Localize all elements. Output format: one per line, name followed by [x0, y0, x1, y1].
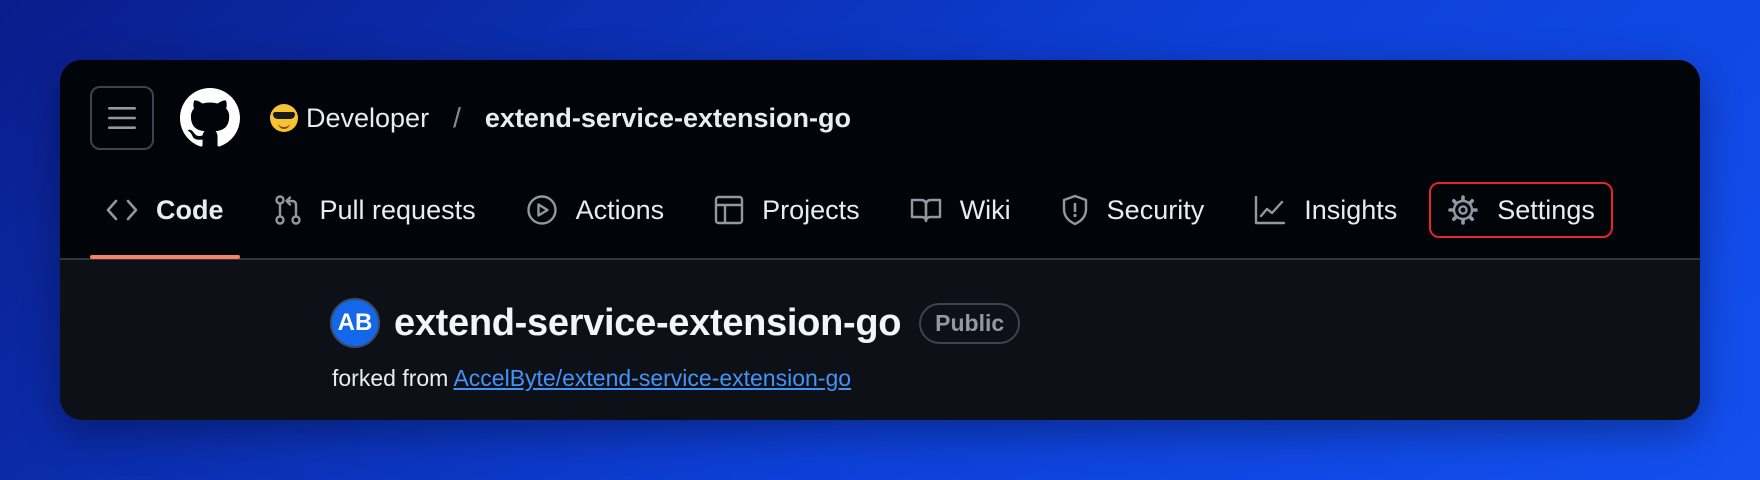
- tab-settings-label: Settings: [1497, 194, 1595, 225]
- repo-header: AB extend-service-extension-go Public: [330, 298, 1021, 348]
- shield-icon: [1062, 194, 1087, 226]
- tab-actions[interactable]: Actions: [510, 184, 681, 236]
- tab-actions-label: Actions: [575, 194, 665, 225]
- breadcrumb-repo-link[interactable]: extend-service-extension-go: [485, 103, 851, 134]
- repo-nav-tabs: Code Pull requests Actions Projects Wiki…: [90, 182, 1629, 260]
- tab-code[interactable]: Code: [90, 184, 240, 259]
- github-logo-icon[interactable]: [180, 88, 240, 148]
- tab-insights-label: Insights: [1304, 194, 1398, 225]
- tab-code-label: Code: [156, 194, 224, 225]
- code-icon: [106, 199, 138, 221]
- play-icon: [526, 195, 557, 225]
- global-header: Developer / extend-service-extension-go …: [60, 60, 1700, 260]
- table-icon: [714, 195, 744, 225]
- book-icon: [910, 198, 941, 223]
- repo-title: extend-service-extension-go: [394, 301, 902, 344]
- fork-prefix: forked from: [332, 365, 449, 391]
- tab-projects-label: Projects: [762, 194, 860, 225]
- tab-projects[interactable]: Projects: [698, 184, 876, 236]
- tab-insights[interactable]: Insights: [1238, 184, 1413, 236]
- tab-pull-requests-label: Pull requests: [319, 194, 476, 225]
- tab-security[interactable]: Security: [1045, 184, 1221, 236]
- tab-wiki[interactable]: Wiki: [894, 184, 1027, 236]
- tab-pull-requests[interactable]: Pull requests: [258, 184, 492, 236]
- tab-settings[interactable]: Settings: [1429, 182, 1613, 238]
- hamburger-icon: [108, 107, 136, 129]
- repo-window: Developer / extend-service-extension-go …: [60, 60, 1700, 420]
- tab-security-label: Security: [1106, 194, 1205, 225]
- owner-avatar[interactable]: AB: [330, 298, 380, 348]
- visibility-badge: Public: [919, 302, 1021, 344]
- gear-icon: [1448, 195, 1479, 225]
- breadcrumb: Developer / extend-service-extension-go: [270, 90, 851, 146]
- fork-source-link[interactable]: AccelByte/extend-service-extension-go: [453, 365, 851, 391]
- sunglasses-emoji-icon: [270, 104, 298, 132]
- tab-wiki-label: Wiki: [959, 194, 1011, 225]
- menu-button[interactable]: [90, 86, 154, 150]
- breadcrumb-separator: /: [453, 102, 461, 133]
- pull-request-icon: [274, 195, 301, 225]
- breadcrumb-owner-link[interactable]: Developer: [306, 103, 429, 134]
- graph-icon: [1255, 195, 1286, 225]
- fork-info: forked from AccelByte/extend-service-ext…: [332, 365, 851, 392]
